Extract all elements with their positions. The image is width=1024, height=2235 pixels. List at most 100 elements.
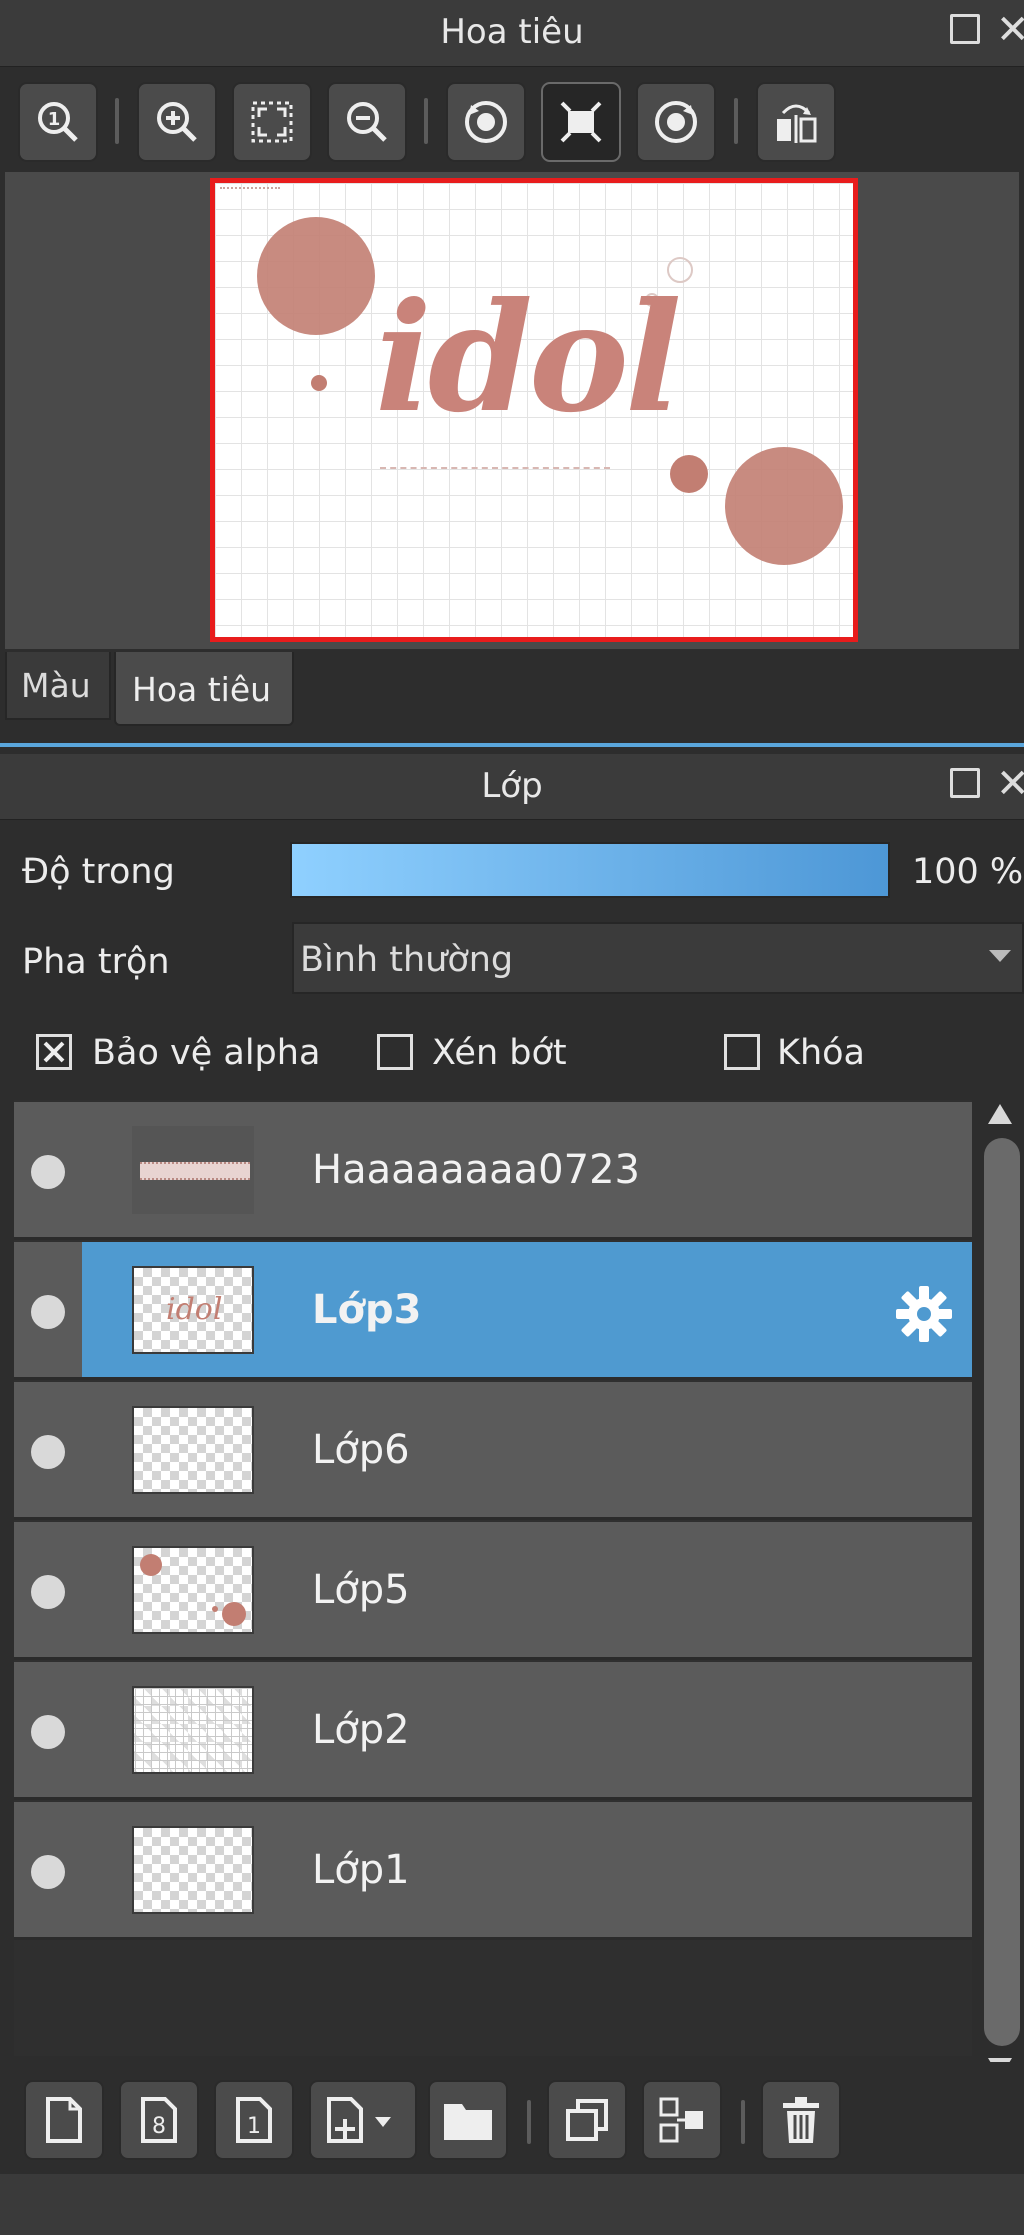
opacity-slider-fill [292, 844, 888, 896]
canvas-underline [380, 461, 610, 469]
blend-mode-select[interactable]: Bình thường [292, 922, 1024, 994]
toolbar-separator [424, 98, 428, 144]
toolbar-separator [115, 98, 119, 144]
layer-row-selected[interactable]: idol Lớp3 [14, 1242, 972, 1380]
toolbar-separator [527, 2100, 531, 2144]
layer-thumbnail [132, 1686, 254, 1774]
check-x-icon [43, 1041, 65, 1063]
layer-title: Lớp [481, 766, 543, 806]
navigator-title: Hoa tiêu [440, 12, 584, 52]
canvas-header-text [220, 187, 280, 197]
clipping-checkbox[interactable] [377, 1034, 413, 1070]
lock-label: Khóa [777, 1033, 865, 1073]
layer-row[interactable]: Lớp6 [14, 1382, 972, 1520]
close-icon[interactable]: ✕ [996, 10, 1024, 50]
opacity-label: Độ trong [22, 852, 175, 892]
merge-down-button[interactable] [642, 2080, 722, 2160]
rotate-left-icon [465, 101, 507, 143]
lock-checkbox[interactable] [724, 1034, 760, 1070]
protect-alpha-checkbox[interactable] [36, 1034, 72, 1070]
visibility-toggle[interactable] [31, 1295, 65, 1329]
popout-icon[interactable] [950, 768, 980, 798]
blend-mode-value: Bình thường [300, 940, 514, 980]
bottom-bar [0, 2174, 1024, 2235]
rotate-left-button[interactable] [446, 82, 526, 162]
close-icon[interactable]: ✕ [996, 764, 1024, 804]
opacity-value: 100 % [912, 852, 1024, 892]
scroll-up-icon[interactable] [988, 1104, 1012, 1124]
fit-screen-button[interactable] [232, 82, 312, 162]
layer-thumbnail: idol [132, 1266, 254, 1354]
layer-thumbnail [132, 1826, 254, 1914]
visibility-toggle[interactable] [31, 1855, 65, 1889]
layer-thumbnail [132, 1126, 254, 1214]
visibility-toggle[interactable] [31, 1575, 65, 1609]
folder-icon [444, 2104, 492, 2140]
tab-color[interactable]: Màu [5, 652, 111, 720]
navigator-view[interactable]: idol [5, 172, 1019, 649]
fit-canvas-icon [560, 101, 602, 143]
clipping-label: Xén bớt [432, 1033, 567, 1073]
canvas-preview[interactable]: idol [210, 178, 858, 642]
zoom-in-button[interactable] [137, 82, 217, 162]
visibility-toggle[interactable] [31, 1435, 65, 1469]
circle-large-left [257, 217, 375, 335]
rotate-right-button[interactable] [636, 82, 716, 162]
popout-icon[interactable] [950, 14, 980, 44]
scrollbar[interactable] [978, 1100, 1024, 2084]
zoom-actual-button[interactable]: 1 [18, 82, 98, 162]
folder-button[interactable] [428, 2080, 508, 2160]
duplicate-icon [566, 2099, 608, 2141]
layer-titlebar: Lớp ✕ [0, 754, 1024, 820]
layer-row[interactable]: Lớp5 [14, 1522, 972, 1660]
fit-canvas-button[interactable] [541, 82, 621, 162]
svg-text:1: 1 [48, 109, 61, 130]
new-layer-button[interactable] [24, 2080, 104, 2160]
new-1bit-layer-icon: 1 [236, 2097, 272, 2143]
toolbar-separator [741, 2100, 745, 2144]
delete-icon [783, 2097, 819, 2143]
layer-row[interactable]: Lớp2 [14, 1662, 972, 1800]
svg-text:8: 8 [152, 2114, 166, 2139]
duplicate-button[interactable] [547, 2080, 627, 2160]
layer-row[interactable]: Lớp1 [14, 1802, 972, 1940]
blend-label: Pha trộn [22, 942, 170, 982]
new-8bit-layer-icon: 8 [141, 2097, 177, 2143]
flip-button[interactable] [756, 82, 836, 162]
circle-small [311, 375, 327, 391]
layer-name: Haaaaaaaa0723 [312, 1147, 640, 1193]
tab-navigator[interactable]: Hoa tiêu [114, 652, 294, 726]
visibility-toggle[interactable] [31, 1715, 65, 1749]
zoom-in-icon [157, 102, 197, 142]
toolbar-separator [734, 98, 738, 144]
layer-row[interactable]: Haaaaaaaa0723 [14, 1102, 972, 1240]
layer-name: Lớp5 [312, 1567, 410, 1613]
thumb-idol-text: idol [166, 1292, 223, 1327]
gear-icon[interactable] [894, 1284, 954, 1344]
circle-large-right [725, 447, 843, 565]
protect-alpha-label: Bảo vệ alpha [92, 1033, 321, 1073]
new-8bit-layer-button[interactable]: 8 [119, 2080, 199, 2160]
zoom-out-icon [347, 102, 387, 142]
new-1bit-layer-button[interactable]: 1 [214, 2080, 294, 2160]
canvas-idol-text: idol [375, 270, 682, 446]
layer-thumbnail [132, 1406, 254, 1494]
zoom-out-button[interactable] [327, 82, 407, 162]
rotate-right-icon [655, 101, 697, 143]
panel-divider[interactable] [0, 743, 1024, 747]
scrollbar-thumb[interactable] [984, 1138, 1020, 2046]
layer-name: Lớp6 [312, 1427, 410, 1473]
fit-screen-icon [251, 101, 293, 143]
zoom-actual-icon: 1 [38, 102, 78, 142]
delete-button[interactable] [761, 2080, 841, 2160]
svg-text:1: 1 [247, 2114, 261, 2139]
tab-navigator-label: Hoa tiêu [132, 670, 272, 709]
new-layer-icon [46, 2097, 82, 2143]
tab-color-label: Màu [21, 666, 91, 705]
navigator-titlebar: Hoa tiêu ✕ [0, 0, 1024, 67]
visibility-toggle[interactable] [31, 1155, 65, 1189]
chevron-down-icon [989, 950, 1011, 962]
add-layer-menu-button[interactable] [309, 2080, 417, 2160]
opacity-slider[interactable] [290, 842, 890, 898]
layer-name: Lớp3 [312, 1287, 422, 1333]
